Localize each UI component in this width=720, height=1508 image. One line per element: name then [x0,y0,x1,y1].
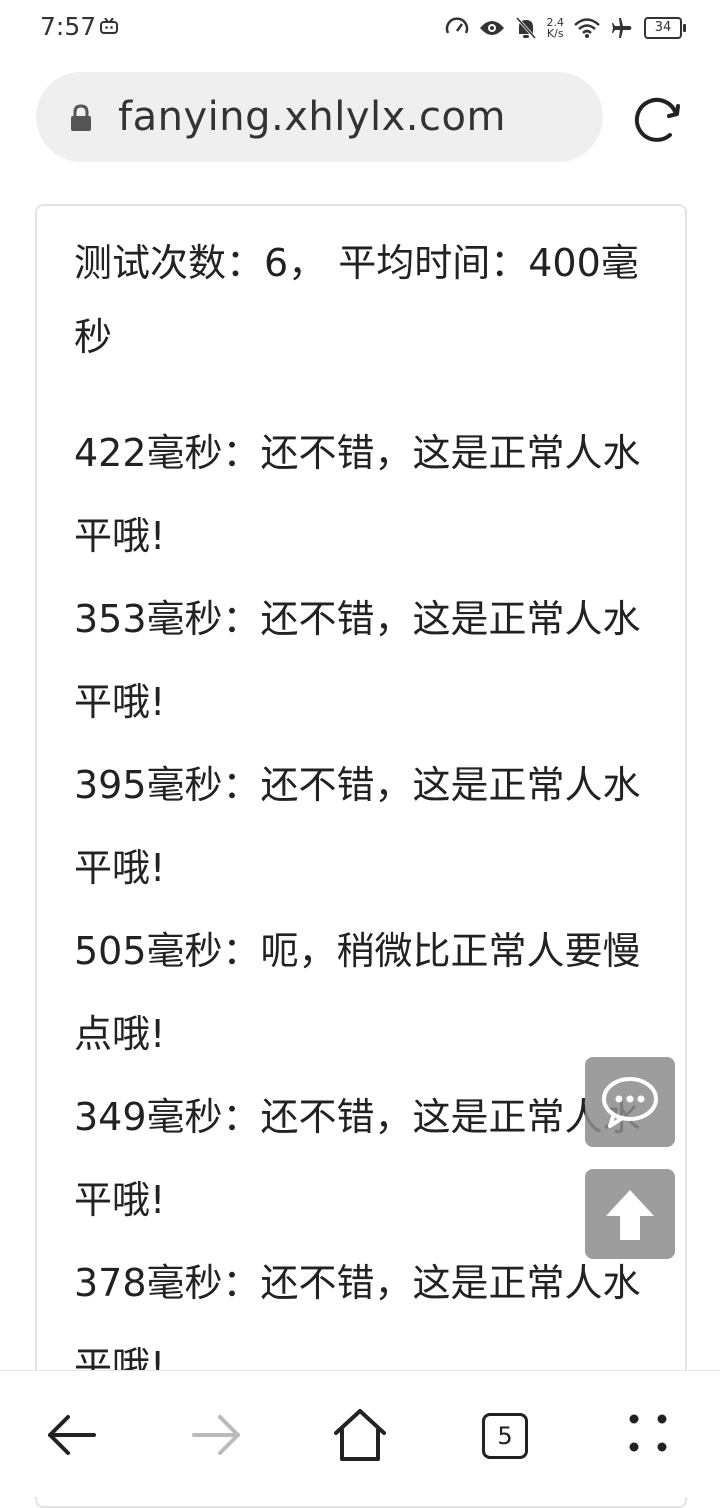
battery-indicator: 34 [644,17,686,39]
result-item: 353毫秒：还不错，这是正常人水平哦! [74,597,641,724]
arrow-right-icon [192,1415,240,1455]
summary-text: 测试次数：6， 平均时间：400毫秒 [74,241,639,359]
result-list: 422毫秒：还不错，这是正常人水平哦! 353毫秒：还不错，这是正常人水平哦! … [74,412,654,1408]
tab-count: 5 [482,1413,528,1459]
chat-bubble-icon [602,1077,658,1128]
url-text[interactable]: fanying.xhlylx.com [118,94,506,140]
status-time: 7:57 [40,12,97,41]
tv-notification-icon [100,18,118,34]
menu-button[interactable] [620,1405,680,1465]
tabs-button[interactable]: 5 [476,1405,536,1465]
arrow-left-icon [48,1415,96,1455]
lock-icon [71,104,91,131]
scroll-top-button[interactable] [585,1169,675,1259]
result-item: 422毫秒：还不错，这是正常人水平哦! [74,431,641,558]
result-card: 测试次数：6， 平均时间：400毫秒 422毫秒：还不错，这是正常人水平哦! 3… [35,204,687,1508]
chat-button[interactable] [585,1057,675,1147]
bell-muted-icon [515,16,536,40]
card-content: 测试次数：6， 平均时间：400毫秒 422毫秒：还不错，这是正常人水平哦! 3… [74,206,654,1408]
back-button[interactable] [42,1405,102,1465]
result-item: 505毫秒：呃，稍微比正常人要慢点哦! [74,929,641,1056]
status-icons: 2.4 K/s 34 [445,14,686,42]
arrow-up-icon [606,1190,654,1240]
airplane-icon [612,18,632,38]
address-bar[interactable]: fanying.xhlylx.com [36,72,603,162]
result-item: 349毫秒：还不错，这是正常人水平哦! [74,1095,641,1222]
status-bar: 7:57 2.4 K/s 34 [0,0,720,56]
reload-icon[interactable] [626,90,688,152]
wifi-icon [574,18,600,38]
net-speed: 2.4 K/s [546,16,565,40]
menu-dots-icon [629,1414,667,1452]
home-button[interactable] [330,1405,390,1465]
speedometer-icon [445,17,468,34]
bottom-navigation: 5 [0,1370,720,1497]
result-item: 395毫秒：还不错，这是正常人水平哦! [74,763,641,890]
eye-icon [479,21,504,35]
forward-button[interactable] [186,1405,246,1465]
home-icon [334,1409,386,1461]
